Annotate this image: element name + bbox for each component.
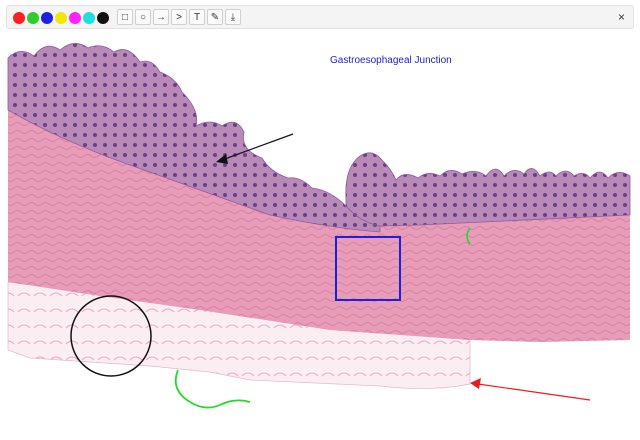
red-arrowhead [470,378,481,389]
arrow-tool-button[interactable]: → [153,9,169,25]
download-tool-button[interactable]: ⤓ [225,9,241,25]
close-button[interactable]: × [618,10,625,24]
circle-icon: ○ [139,11,147,23]
close-icon: × [617,10,625,24]
junction-text-annotation[interactable]: Gastroesophageal Junction [330,55,452,66]
color-black-swatch[interactable] [97,12,109,24]
text-tool-button[interactable]: T [189,9,205,25]
color-cyan-swatch[interactable] [83,12,95,24]
rectangle-tool-button[interactable]: □ [117,9,133,25]
annotation-toolbar: □ ○ → > T ✎ ⤓ × [6,5,634,29]
color-yellow-swatch[interactable] [55,12,67,24]
histology-canvas[interactable] [0,30,640,440]
color-magenta-swatch[interactable] [69,12,81,24]
color-blue-swatch[interactable] [41,12,53,24]
pencil-icon: ✎ [210,11,220,23]
rectangle-icon: □ [121,11,129,23]
red-arrow-annotation[interactable] [477,383,591,401]
circle-tool-button[interactable]: ○ [135,9,151,25]
chevron-right-icon: > [176,11,182,23]
pencil-tool-button[interactable]: ✎ [207,9,223,25]
arrow-icon: → [156,11,166,23]
color-red-swatch[interactable] [13,12,25,24]
esophageal-mucosa [345,152,631,227]
color-green-swatch[interactable] [27,12,39,24]
text-icon: T [193,11,201,23]
chevron-tool-button[interactable]: > [171,9,187,25]
download-icon: ⤓ [230,11,236,23]
